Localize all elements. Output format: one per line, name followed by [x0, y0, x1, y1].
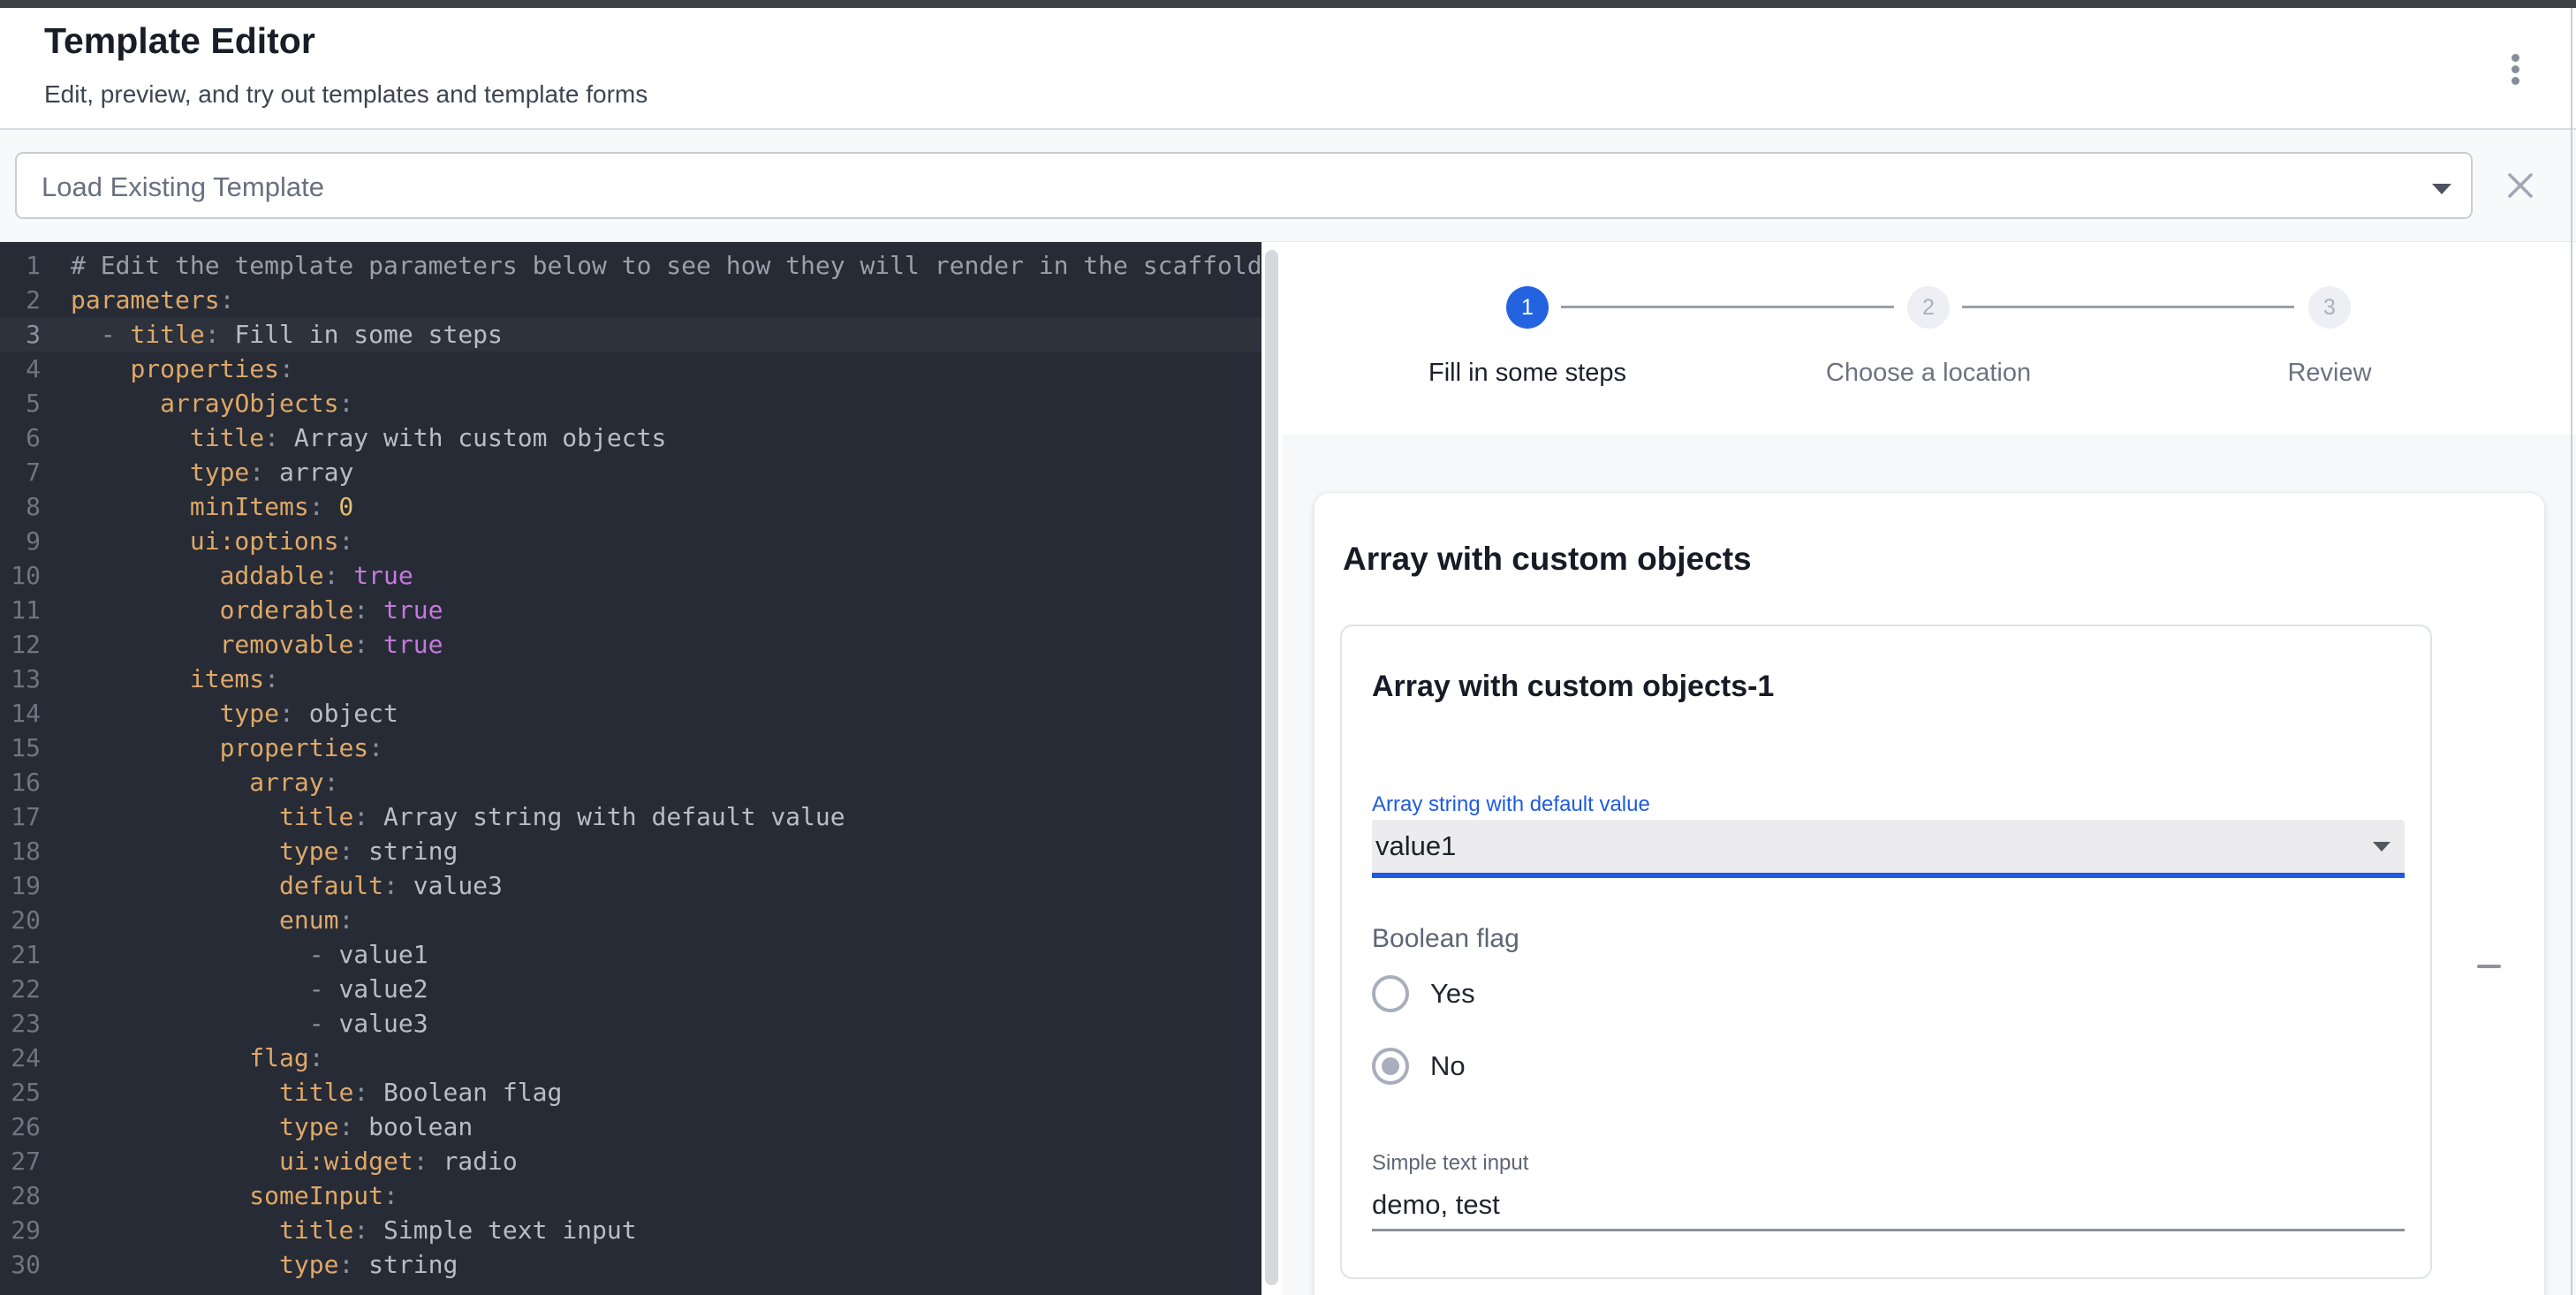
code-line[interactable]: 1# Edit the template parameters below to…	[0, 248, 1261, 283]
editor-scrollbar-thumb[interactable]	[1265, 250, 1278, 1285]
code-line[interactable]: 14 type: object	[0, 696, 1261, 731]
array-section-title: Array with custom objects	[1343, 541, 1752, 578]
step-label-1: Fill in some steps	[1342, 359, 1713, 388]
code-line[interactable]: 3 - title: Fill in some steps	[0, 317, 1261, 352]
code-line[interactable]: 27 ui:widget: radio	[0, 1144, 1261, 1178]
code-line[interactable]: 4 properties:	[0, 352, 1261, 386]
text-input-underline	[1372, 1229, 2405, 1231]
array-string-select-value: value1	[1375, 830, 1456, 862]
code-line[interactable]: 17 title: Array string with default valu…	[0, 799, 1261, 834]
code-line[interactable]: 19 default: value3	[0, 868, 1261, 903]
radio-option-yes[interactable]: Yes	[1372, 975, 1475, 1012]
stepper-connector	[1962, 306, 2294, 308]
close-icon[interactable]	[2505, 170, 2535, 201]
code-line[interactable]: 26 type: boolean	[0, 1109, 1261, 1144]
template-loader-bar: Load Existing Template	[0, 130, 2576, 242]
step-circle-2: 2	[1907, 286, 1950, 329]
radio-label[interactable]: No	[1430, 1050, 1466, 1082]
remove-item-button[interactable]	[2473, 950, 2504, 982]
radio-group: Yes No	[1372, 975, 1475, 1120]
code-line[interactable]: 29 title: Simple text input	[0, 1213, 1261, 1247]
radio-label[interactable]: Yes	[1430, 978, 1475, 1010]
code-line[interactable]: 8 minItems: 0	[0, 489, 1261, 524]
code-line[interactable]: 7 type: array	[0, 455, 1261, 489]
code-line[interactable]: 9 ui:options:	[0, 524, 1261, 558]
page-header: Template Editor Edit, preview, and try o…	[0, 8, 2576, 130]
code-line[interactable]: 24 flag:	[0, 1041, 1261, 1075]
caret-down-icon[interactable]	[2373, 842, 2390, 852]
load-template-placeholder: Load Existing Template	[42, 171, 324, 203]
radio-unchecked-icon[interactable]	[1372, 975, 1409, 1012]
code-line[interactable]: 12 removable: true	[0, 627, 1261, 662]
code-line[interactable]: 10 addable: true	[0, 558, 1261, 593]
page-subtitle: Edit, preview, and try out templates and…	[44, 80, 648, 109]
code-lines: 1# Edit the template parameters below to…	[0, 248, 1261, 1282]
code-line[interactable]: 13 items:	[0, 662, 1261, 696]
minus-icon	[2477, 965, 2501, 968]
step-label-2: Choose a location	[1743, 359, 2114, 388]
code-line[interactable]: 11 orderable: true	[0, 593, 1261, 627]
code-line[interactable]: 5 arrayObjects:	[0, 386, 1261, 420]
select-focus-underline	[1372, 873, 2405, 878]
step-circle-1: 1	[1506, 286, 1549, 329]
editor-scrollbar[interactable]	[1261, 242, 1280, 1295]
yaml-code-editor[interactable]: 1# Edit the template parameters below to…	[0, 242, 1261, 1295]
code-line[interactable]: 25 title: Boolean flag	[0, 1075, 1261, 1109]
boolean-flag-label: Boolean flag	[1372, 924, 1519, 954]
array-string-select-label: Array string with default value	[1372, 792, 1650, 817]
code-line[interactable]: 15 properties:	[0, 731, 1261, 765]
code-line[interactable]: 28 someInput:	[0, 1178, 1261, 1213]
array-item-title: Array with custom objects-1	[1372, 670, 1774, 704]
code-line[interactable]: 6 title: Array with custom objects	[0, 420, 1261, 455]
kebab-menu-icon[interactable]	[2503, 49, 2527, 98]
simple-text-input[interactable]: demo, test	[1372, 1189, 1500, 1221]
step-label-3: Review	[2144, 359, 2515, 388]
radio-checked-icon[interactable]	[1372, 1048, 1409, 1085]
code-line[interactable]: 23 - value3	[0, 1006, 1261, 1041]
simple-text-input-label: Simple text input	[1372, 1151, 1528, 1176]
code-line[interactable]: 20 enum:	[0, 903, 1261, 937]
code-line[interactable]: 2parameters:	[0, 283, 1261, 317]
code-line[interactable]: 30 type: string	[0, 1247, 1261, 1282]
window-top-bar	[0, 0, 2576, 8]
radio-option-no[interactable]: No	[1372, 1048, 1475, 1085]
right-edge-divider	[2571, 0, 2572, 1295]
load-template-select[interactable]: Load Existing Template	[15, 152, 2473, 219]
template-editor-page: Template Editor Edit, preview, and try o…	[0, 0, 2576, 1295]
page-title: Template Editor	[44, 20, 315, 62]
array-string-select[interactable]: value1	[1372, 820, 2405, 873]
code-line[interactable]: 21 - value1	[0, 937, 1261, 972]
step-circle-3: 3	[2308, 286, 2351, 329]
code-line[interactable]: 18 type: string	[0, 834, 1261, 868]
caret-down-icon[interactable]	[2432, 184, 2451, 194]
stepper-connector	[1561, 306, 1894, 308]
code-line[interactable]: 16 array:	[0, 765, 1261, 799]
code-line[interactable]: 22 - value2	[0, 972, 1261, 1006]
